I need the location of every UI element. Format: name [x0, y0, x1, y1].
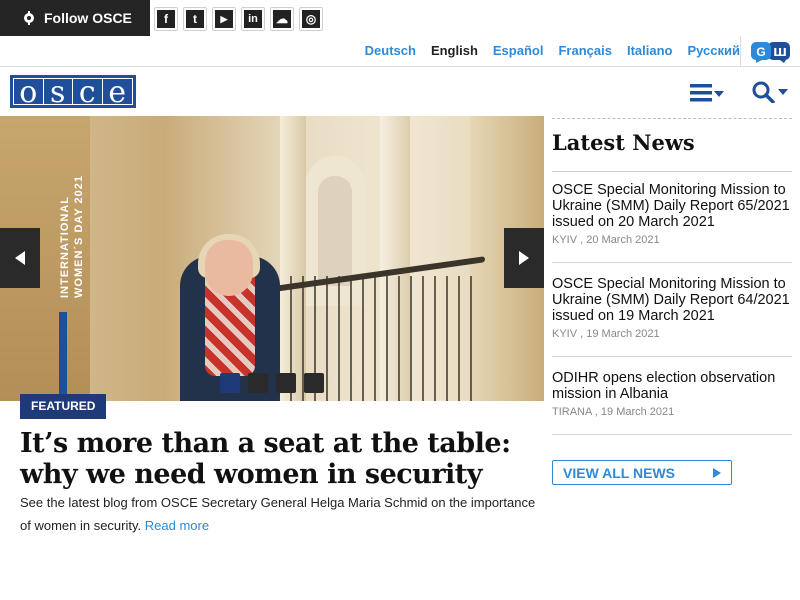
hero-photo-face: [205, 240, 253, 296]
language-deutsch[interactable]: Deutsch: [365, 43, 416, 58]
language-list: Deutsch English Español Français Italian…: [350, 43, 740, 58]
chevron-left-icon: [15, 251, 25, 265]
slider-dot[interactable]: [304, 373, 324, 393]
hero-photo-statue: [318, 176, 352, 286]
follow-osce-label: Follow OSCE: [44, 10, 132, 26]
featured-summary-text: See the latest blog from OSCE Secretary …: [20, 495, 536, 533]
read-more-link[interactable]: Read more: [145, 518, 209, 533]
news-item-meta: TIRANA , 19 March 2021: [552, 406, 675, 418]
news-item[interactable]: ODIHR opens election observation mission…: [552, 370, 792, 418]
featured-badge: FEATURED: [20, 394, 107, 419]
facebook-icon: f: [157, 10, 175, 28]
language-english[interactable]: English: [431, 43, 478, 58]
vertical-text-line1: INTERNATIONAL: [59, 196, 71, 298]
slider-next-button[interactable]: [504, 228, 544, 288]
language-italiano[interactable]: Italiano: [627, 43, 673, 58]
search-icon[interactable]: [752, 81, 790, 103]
hamburger-menu-icon[interactable]: [690, 83, 726, 103]
follow-osce-button[interactable]: Follow OSCE: [0, 0, 150, 36]
vertical-text-line2: WOMEN´S DAY 2021: [73, 175, 85, 298]
hero-slider[interactable]: INTERNATIONAL WOMEN´S DAY 2021: [0, 116, 544, 401]
news-item-title[interactable]: ODIHR opens election observation mission…: [552, 370, 792, 402]
youtube-link[interactable]: ▶: [212, 7, 236, 31]
language-bar: Deutsch English Español Français Italian…: [0, 36, 800, 67]
twitter-link[interactable]: t: [183, 7, 207, 31]
news-item-meta: KYIV , 20 March 2021: [552, 234, 660, 246]
triangle-right-icon: [713, 468, 721, 478]
logo-letter: s: [44, 78, 73, 108]
news-item[interactable]: OSCE Special Monitoring Mission to Ukrai…: [552, 182, 792, 246]
news-item-meta: KYIV , 19 March 2021: [552, 328, 660, 340]
svg-text:G: G: [756, 45, 765, 59]
news-item-title[interactable]: OSCE Special Monitoring Mission to Ukrai…: [552, 182, 792, 230]
view-all-news-button[interactable]: VIEW ALL NEWS: [552, 460, 732, 485]
instagram-link[interactable]: ◎: [299, 7, 323, 31]
hero-accent-bar: [59, 312, 67, 401]
slider-prev-button[interactable]: [0, 228, 40, 288]
more-languages-icon[interactable]: G Ш: [750, 41, 792, 63]
twitter-icon: t: [186, 10, 204, 28]
instagram-icon: ◎: [302, 10, 320, 28]
slider-dot[interactable]: [220, 373, 240, 393]
news-heading-divider: [552, 171, 792, 172]
slider-dot[interactable]: [276, 373, 296, 393]
slider-dot[interactable]: [248, 373, 268, 393]
logo-letter: c: [73, 78, 103, 108]
news-top-divider: [552, 118, 792, 119]
slider-dots: [220, 373, 324, 393]
site-header: o s c e: [0, 67, 800, 116]
youtube-icon: ▶: [215, 10, 233, 28]
language-russian[interactable]: Русский: [687, 43, 740, 58]
logo-letter: o: [14, 78, 44, 108]
facebook-link[interactable]: f: [154, 7, 178, 31]
featured-headline[interactable]: It’s more than a seat at the table: why …: [20, 428, 540, 490]
soundcloud-icon: ☁: [273, 10, 291, 28]
news-item[interactable]: OSCE Special Monitoring Mission to Ukrai…: [552, 276, 792, 340]
osce-logo-letters: o s c e: [13, 75, 133, 110]
featured-summary: See the latest blog from OSCE Secretary …: [20, 491, 544, 537]
news-item-title[interactable]: OSCE Special Monitoring Mission to Ukrai…: [552, 276, 792, 324]
social-links: f t ▶ in ☁ ◎: [154, 7, 323, 31]
osce-logo[interactable]: o s c e: [10, 75, 136, 108]
svg-text:Ш: Ш: [773, 46, 787, 59]
language-divider: [740, 36, 741, 67]
top-bar: Follow OSCE f t ▶ in ☁ ◎: [0, 0, 800, 36]
chevron-right-icon: [519, 251, 529, 265]
soundcloud-link[interactable]: ☁: [270, 7, 294, 31]
logo-letter: e: [108, 75, 127, 110]
linkedin-icon: in: [244, 10, 262, 28]
osce-emblem-icon: [24, 11, 34, 25]
linkedin-link[interactable]: in: [241, 7, 265, 31]
language-espanol[interactable]: Español: [493, 43, 544, 58]
view-all-news-label: VIEW ALL NEWS: [563, 464, 675, 481]
latest-news-heading: Latest News: [552, 130, 695, 155]
language-francais[interactable]: Français: [558, 43, 611, 58]
